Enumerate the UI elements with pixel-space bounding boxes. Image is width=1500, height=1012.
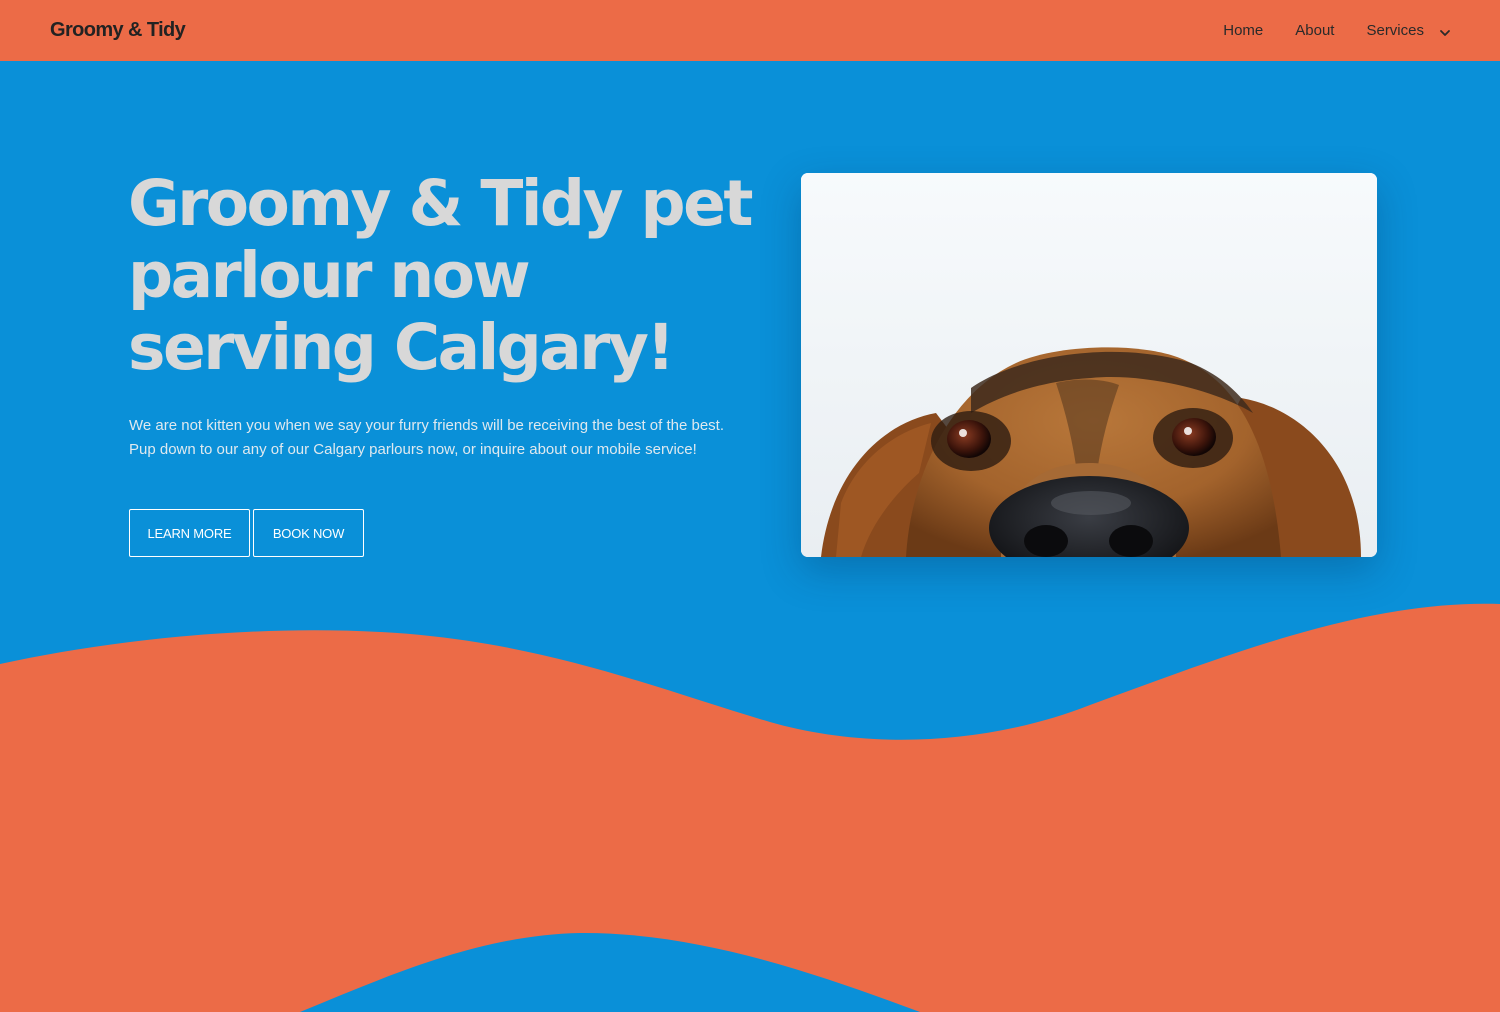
book-now-button[interactable]: BOOK NOW (253, 509, 364, 557)
main-nav: Home About Services (1191, 22, 1452, 39)
chevron-down-icon[interactable] (1438, 25, 1452, 39)
hero-description-line-1: We are not kitten you when we say your f… (129, 417, 725, 434)
hero-buttons: LEARN MORE BOOK NOW (129, 509, 364, 557)
hero-section: Groomy & Tidy pet parlour now serving Ca… (0, 0, 1500, 1012)
top-navbar: Groomy & Tidy Home About Services (0, 0, 1500, 61)
hero-title: Groomy & Tidy pet parlour now serving Ca… (128, 167, 753, 384)
hero-description-line-2: Pup down to our any of our Calgary parlo… (129, 441, 697, 458)
learn-more-button[interactable]: LEARN MORE (129, 509, 250, 557)
hero-dog-image (801, 173, 1377, 557)
brand-logo[interactable]: Groomy & Tidy (50, 19, 186, 42)
nav-services-dropdown[interactable]: Services (1366, 22, 1452, 39)
nav-about[interactable]: About (1295, 22, 1334, 39)
page: Groomy & Tidy Home About Services Groomy… (0, 0, 1500, 1012)
nav-services[interactable]: Services (1366, 22, 1424, 39)
hero-description: We are not kitten you when we say your f… (129, 414, 789, 462)
nav-home[interactable]: Home (1223, 22, 1263, 39)
